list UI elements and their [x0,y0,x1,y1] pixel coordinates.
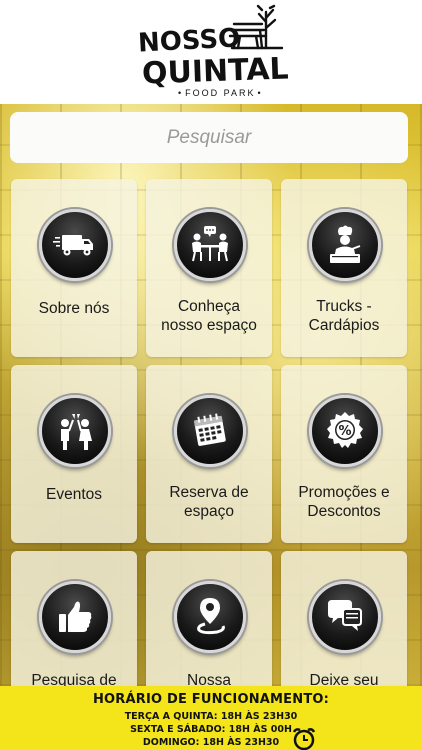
thumbs-up-icon [39,581,111,653]
calendar-icon [174,395,246,467]
tile-promocoes-descontos[interactable]: % Promoções e Descontos [281,365,407,543]
svg-text:%: % [338,424,351,439]
percent-badge-icon: % [309,395,381,467]
search-input[interactable] [10,126,408,149]
tile-label: Trucks - Cardápios [308,298,380,334]
tile-reserva-espaco[interactable]: Reserva de espaço [146,365,272,543]
app-header: NOSSO QUINTAL FOOD PARK [0,0,422,104]
table-chat-icon [174,209,246,281]
speech-bubbles-icon [309,581,381,653]
search-bar[interactable] [10,112,408,163]
hours-line-fri-sat: SEXTA E SÁBADO: 18H ÀS 00H [130,724,292,735]
main-menu-area: Sobre nós Conheça nosso espaço [0,104,422,686]
hours-line-sunday: DOMINGO: 18H ÀS 23H30 [142,737,280,748]
chef-icon [309,209,381,281]
toast-people-icon [39,395,111,467]
logo-text-line2: QUINTAL [141,51,290,92]
tile-sobre-nos[interactable]: Sobre nós [11,179,137,357]
delivery-truck-icon [39,209,111,281]
tile-label: Eventos [45,486,102,503]
tile-nossa-localizacao[interactable]: Nossa [146,551,272,686]
opening-hours-banner: HORÁRIO DE FUNCIONAMENTO: TERÇA A QUINTA… [0,686,422,750]
map-pin-route-icon [174,581,246,653]
tile-pesquisa[interactable]: Pesquisa de [11,551,137,686]
tile-conheca-espaco[interactable]: Conheça nosso espaço [146,179,272,357]
tile-label: Promoções e Descontos [298,484,390,520]
tile-label: Conheça nosso espaço [161,298,257,334]
logo-subtitle: FOOD PARK [176,88,265,98]
tile-eventos[interactable]: Eventos [11,365,137,543]
alarm-clock-icon [292,728,316,750]
nosso-quintal-logo: NOSSO QUINTAL FOOD PARK [136,4,290,100]
tile-deixe-seu-comentario[interactable]: Deixe seu [281,551,407,686]
tile-label: Reserva de espaço [169,484,249,520]
tile-label: Nossa [187,672,231,686]
tile-label: Deixe seu [309,672,379,686]
bench-tree-icon [228,4,284,50]
tile-trucks-cardapios[interactable]: Trucks - Cardápios [281,179,407,357]
tile-label: Sobre nós [38,300,110,317]
hours-line-tue-thu: TERÇA A QUINTA: 18H ÀS 23H30 [124,711,298,722]
tile-label: Pesquisa de [31,672,117,686]
hours-title: HORÁRIO DE FUNCIONAMENTO: [92,692,330,707]
